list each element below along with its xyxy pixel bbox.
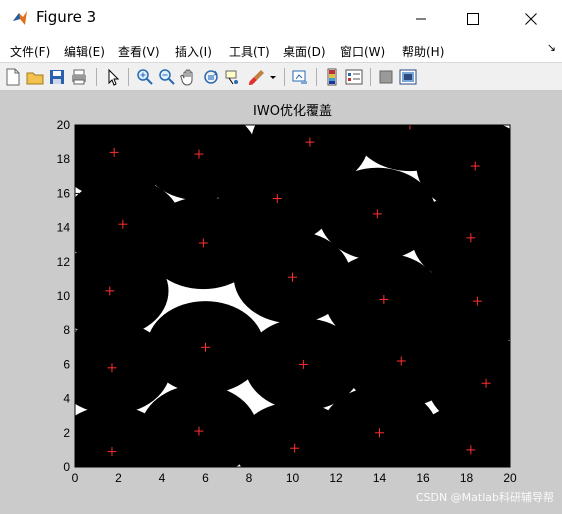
data-cursor-icon[interactable] — [224, 68, 242, 86]
legend-icon[interactable] — [345, 68, 363, 86]
maximize-button[interactable] — [450, 4, 496, 34]
y-tick-label: 12 — [57, 255, 71, 269]
pointer-icon[interactable] — [104, 68, 122, 86]
minimize-button[interactable] — [398, 4, 444, 34]
y-tick-label: 6 — [63, 357, 70, 371]
x-tick-label: 6 — [202, 471, 209, 485]
hide-plot-tools-icon[interactable] — [377, 68, 395, 86]
close-icon — [525, 13, 537, 25]
figure-toolbar — [0, 62, 562, 91]
brush-dropdown-icon[interactable] — [268, 68, 278, 86]
coverage-group — [75, 125, 510, 467]
rotate-3d-icon[interactable] — [202, 68, 220, 86]
x-tick-label: 0 — [72, 471, 79, 485]
zoom-out-icon[interactable] — [158, 68, 176, 86]
minimize-icon — [416, 18, 426, 20]
x-tick-label: 12 — [329, 471, 343, 485]
menu-view[interactable]: 查看(V) — [118, 43, 160, 60]
colorbar-icon[interactable] — [323, 68, 341, 86]
x-tick-label: 20 — [503, 471, 517, 485]
new-figure-icon[interactable] — [4, 68, 22, 86]
watermark: CSDN @Matlab科研辅导帮 — [415, 491, 554, 504]
toolbar-separator — [96, 68, 97, 86]
pan-icon[interactable] — [180, 68, 198, 86]
title-bar: Figure 3 — [0, 0, 562, 38]
close-button[interactable] — [508, 4, 554, 34]
print-icon[interactable] — [70, 68, 88, 86]
menu-window[interactable]: 窗口(W) — [340, 43, 385, 60]
menu-insert[interactable]: 插入(I) — [175, 43, 212, 60]
open-file-icon[interactable] — [26, 68, 44, 86]
link-plot-icon[interactable] — [291, 68, 309, 86]
menu-bar: 文件(F) 编辑(E) 查看(V) 插入(I) 工具(T) 桌面(D) 窗口(W… — [0, 38, 562, 62]
y-tick-label: 2 — [63, 426, 70, 440]
show-plot-tools-icon[interactable] — [399, 68, 417, 86]
x-tick-label: 16 — [416, 471, 430, 485]
y-tick-label: 16 — [57, 186, 71, 200]
menu-file[interactable]: 文件(F) — [10, 43, 50, 60]
x-tick-label: 18 — [460, 471, 474, 485]
y-tick-label: 18 — [57, 152, 71, 166]
coverage-plot[interactable]: 0 2 4 6 8 10 12 14 16 18 20 0 2 4 6 8 10 12 14 16 18 20 — [0, 91, 562, 514]
x-tick-label: 4 — [159, 471, 166, 485]
menu-tools[interactable]: 工具(T) — [229, 43, 270, 60]
menu-edit[interactable]: 编辑(E) — [64, 43, 105, 60]
save-icon[interactable] — [48, 68, 66, 86]
menu-desktop[interactable]: 桌面(D) — [283, 43, 326, 60]
toolbar-separator — [370, 68, 371, 86]
x-tick-label: 2 — [115, 471, 122, 485]
brush-icon[interactable] — [248, 68, 266, 86]
y-tick-label: 10 — [57, 289, 71, 303]
toolbar-separator — [316, 68, 317, 86]
toolbar-separator — [128, 68, 129, 86]
y-tick-label: 20 — [57, 118, 71, 132]
y-tick-label: 14 — [57, 221, 71, 235]
window-title: Figure 3 — [36, 8, 97, 26]
y-tick-label: 8 — [63, 323, 70, 337]
chevron-icon[interactable]: ↘ — [547, 41, 556, 54]
menu-help[interactable]: 帮助(H) — [402, 43, 444, 60]
zoom-in-icon[interactable] — [136, 68, 154, 86]
y-tick-label: 4 — [63, 392, 70, 406]
x-tick-label: 10 — [286, 471, 300, 485]
y-tick-label: 0 — [63, 460, 70, 474]
x-tick-label: 8 — [246, 471, 253, 485]
x-tick-label: 14 — [373, 471, 387, 485]
maximize-icon — [467, 13, 479, 25]
toolbar-separator — [284, 68, 285, 86]
matlab-icon — [11, 9, 29, 27]
